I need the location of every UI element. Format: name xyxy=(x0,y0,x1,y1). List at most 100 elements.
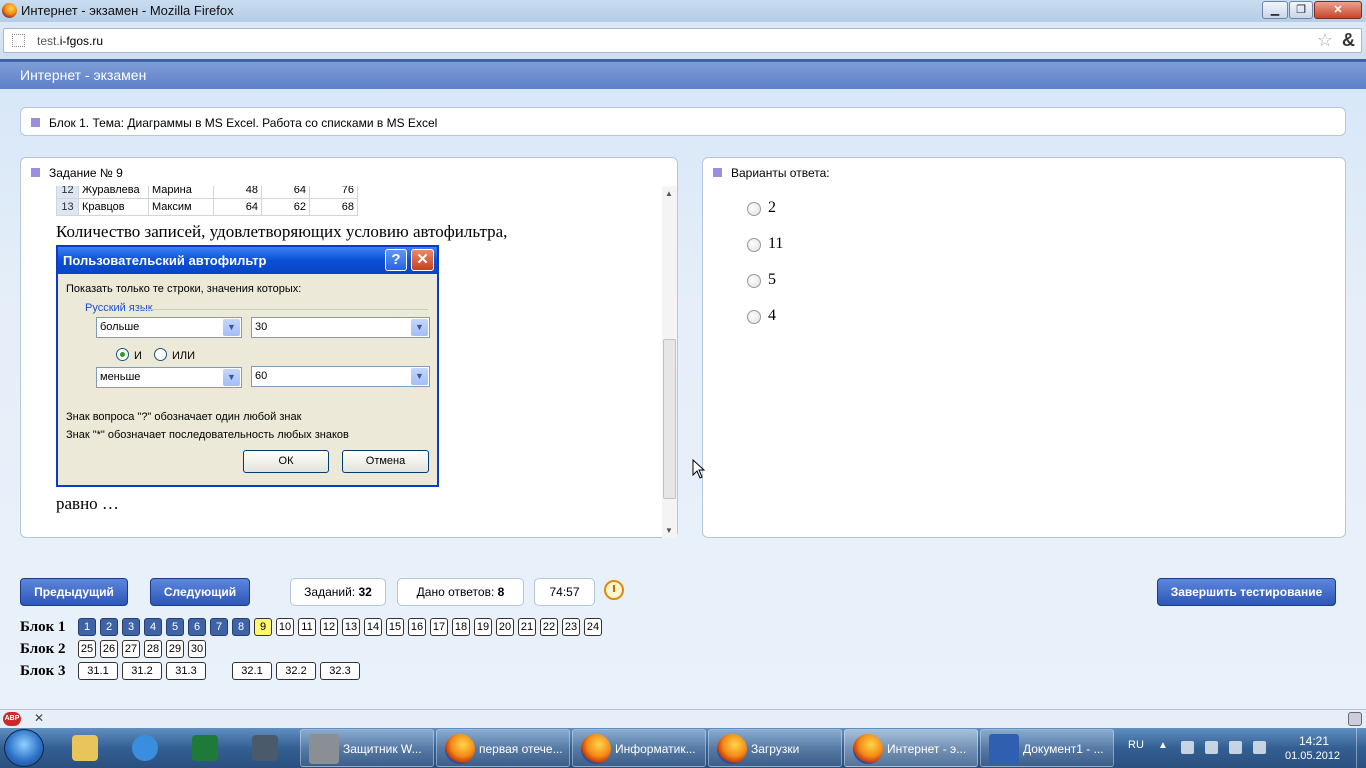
question-nav-31-1[interactable]: 31.1 xyxy=(78,662,118,680)
previous-button[interactable]: Предыдущий xyxy=(20,578,128,606)
question-nav-21[interactable]: 21 xyxy=(518,618,536,636)
m-app-pinned[interactable] xyxy=(248,731,288,765)
cell-value: 64 xyxy=(261,186,310,199)
question-nav-16[interactable]: 16 xyxy=(408,618,426,636)
answer-radio[interactable] xyxy=(747,202,761,216)
question-nav-13[interactable]: 13 xyxy=(342,618,360,636)
taskbar-item[interactable]: Защитник W... xyxy=(300,729,434,767)
next-button[interactable]: Следующий xyxy=(150,578,250,606)
question-nav-28[interactable]: 28 xyxy=(144,640,162,658)
and-radio xyxy=(116,348,129,361)
cell-name: Максим xyxy=(148,198,214,216)
autofilter-dialog-image: Пользовательский автофильтр ? ✕ Показать… xyxy=(56,245,439,487)
question-nav-19[interactable]: 19 xyxy=(474,618,492,636)
question-nav-32-2[interactable]: 32.2 xyxy=(276,662,316,680)
url-bar[interactable]: test.i-fgos.ru ☆ & xyxy=(3,28,1362,53)
question-nav-26[interactable]: 26 xyxy=(100,640,118,658)
question-nav-9[interactable]: 9 xyxy=(254,618,272,636)
close-window-button[interactable]: ✕ xyxy=(1314,1,1362,19)
volume-icon[interactable] xyxy=(1253,741,1266,754)
question-nav-5[interactable]: 5 xyxy=(166,618,184,636)
minimize-button[interactable]: ▁ xyxy=(1262,1,1288,19)
question-nav-24[interactable]: 24 xyxy=(584,618,602,636)
window-titlebar: Интернет - экзамен - Mozilla Firefox ▁ ❐… xyxy=(0,0,1366,22)
scroll-thumb[interactable] xyxy=(663,339,676,499)
question-nav-31-2[interactable]: 31.2 xyxy=(122,662,162,680)
flag-icon[interactable] xyxy=(1181,741,1194,754)
question-nav-32-3[interactable]: 32.3 xyxy=(320,662,360,680)
start-button[interactable] xyxy=(4,729,44,767)
question-nav-10[interactable]: 10 xyxy=(276,618,294,636)
chevron-down-icon: ▼ xyxy=(411,319,428,336)
question-nav-17[interactable]: 17 xyxy=(430,618,448,636)
answer-label[interactable]: 2 xyxy=(768,199,776,217)
question-nav-4[interactable]: 4 xyxy=(144,618,162,636)
scroll-up-icon[interactable]: ▲ xyxy=(665,189,673,198)
answer-radio[interactable] xyxy=(747,310,761,324)
device-icon[interactable] xyxy=(1205,741,1218,754)
taskbar-item[interactable]: первая отече... xyxy=(436,729,570,767)
maximize-button[interactable]: ❐ xyxy=(1289,1,1313,19)
condition2-value-text: 60 xyxy=(255,370,268,382)
group-divider xyxy=(138,309,428,310)
addon-ampersand-icon[interactable]: & xyxy=(1342,30,1355,51)
clock-date[interactable]: 01.05.2012 xyxy=(1285,750,1340,762)
taskbar-item[interactable]: Документ1 - ... xyxy=(980,729,1114,767)
answer-radio[interactable] xyxy=(747,238,761,252)
table-row: 12 Журавлева Марина 48 64 76 xyxy=(56,186,358,199)
answer-label[interactable]: 5 xyxy=(768,271,776,289)
addon-icon[interactable] xyxy=(1348,712,1362,726)
close-addonbar-icon[interactable]: ✕ xyxy=(34,711,44,725)
show-desktop-button[interactable] xyxy=(1356,728,1366,768)
question-nav-20[interactable]: 20 xyxy=(496,618,514,636)
question-nav-31-3[interactable]: 31.3 xyxy=(166,662,206,680)
language-indicator[interactable]: RU xyxy=(1128,739,1144,751)
question-nav-32-1[interactable]: 32.1 xyxy=(232,662,272,680)
question-nav-27[interactable]: 27 xyxy=(122,640,140,658)
question-nav-14[interactable]: 14 xyxy=(364,618,382,636)
question-nav-30[interactable]: 30 xyxy=(188,640,206,658)
network-icon[interactable] xyxy=(1229,741,1242,754)
condition2-operator: меньше ▼ xyxy=(96,367,242,388)
tray-expand-icon[interactable]: ▲ xyxy=(1158,740,1168,751)
excel-pinned[interactable] xyxy=(188,731,228,765)
question-nav-11[interactable]: 11 xyxy=(298,618,316,636)
answers-counter: Дано ответов: 8 xyxy=(397,578,524,606)
question-nav-18[interactable]: 18 xyxy=(452,618,470,636)
task-scroll-area[interactable]: 12 Журавлева Марина 48 64 76 13 Кравцов … xyxy=(21,186,677,538)
question-nav-8[interactable]: 8 xyxy=(232,618,250,636)
question-nav-2[interactable]: 2 xyxy=(100,618,118,636)
clock-time[interactable]: 14:21 xyxy=(1299,734,1329,748)
question-nav-12[interactable]: 12 xyxy=(320,618,338,636)
answer-label[interactable]: 4 xyxy=(768,307,776,325)
question-end-text: равно … xyxy=(56,494,119,513)
question-nav-23[interactable]: 23 xyxy=(562,618,580,636)
question-nav-29[interactable]: 29 xyxy=(166,640,184,658)
excel-icon xyxy=(192,735,218,761)
adblock-icon[interactable]: ABP xyxy=(3,712,21,726)
and-label: И xyxy=(134,350,142,362)
answer-label[interactable]: 11 xyxy=(768,235,783,253)
scroll-down-icon[interactable]: ▼ xyxy=(665,526,673,535)
taskbar-item[interactable]: Информатик... xyxy=(572,729,706,767)
question-nav-3[interactable]: 3 xyxy=(122,618,140,636)
windows-taskbar: Защитник W... первая отече... Информатик… xyxy=(0,728,1366,768)
url-text[interactable]: test.i-fgos.ru xyxy=(37,34,103,48)
question-nav-7[interactable]: 7 xyxy=(210,618,228,636)
timer: 74:57 xyxy=(534,578,595,606)
taskbar-item-active[interactable]: Интернет - э... xyxy=(844,729,978,767)
question-nav-25[interactable]: 25 xyxy=(78,640,96,658)
question-nav-1[interactable]: 1 xyxy=(78,618,96,636)
answer-radio[interactable] xyxy=(747,274,761,288)
hint-asterisk: Знак "*" обозначает последовательность л… xyxy=(66,429,349,441)
question-nav-22[interactable]: 22 xyxy=(540,618,558,636)
question-nav-15[interactable]: 15 xyxy=(386,618,404,636)
explorer-pinned[interactable] xyxy=(68,731,108,765)
task-scrollbar[interactable]: ▲ ▼ xyxy=(662,186,677,538)
bookmark-star-icon[interactable]: ☆ xyxy=(1317,30,1333,51)
question-nav-6[interactable]: 6 xyxy=(188,618,206,636)
finish-test-button[interactable]: Завершить тестирование xyxy=(1157,578,1336,606)
taskbar-item[interactable]: Загрузки xyxy=(708,729,842,767)
ie-pinned[interactable] xyxy=(128,731,168,765)
site-identity-icon[interactable] xyxy=(12,34,25,47)
